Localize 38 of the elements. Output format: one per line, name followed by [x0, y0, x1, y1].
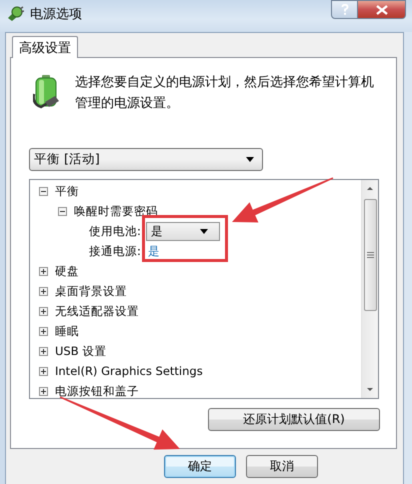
caret-icon	[200, 228, 208, 234]
expand-icon[interactable]	[39, 306, 48, 316]
tree-item[interactable]: Intel(R) Graphics Settings	[55, 364, 203, 378]
power-plug-icon	[6, 6, 24, 22]
collapse-icon[interactable]	[39, 186, 48, 196]
tree-item[interactable]: 睡眠	[55, 324, 79, 338]
ok-button[interactable]: 确定	[164, 455, 236, 478]
expand-icon[interactable]	[39, 286, 48, 296]
help-icon	[340, 4, 348, 15]
tree-item[interactable]: 桌面背景设置	[55, 284, 127, 298]
setting-label: 接通电源:	[89, 244, 141, 258]
expand-icon[interactable]	[39, 266, 48, 276]
scrollbar[interactable]	[361, 180, 378, 398]
expand-icon[interactable]	[39, 386, 48, 396]
expand-icon[interactable]	[39, 366, 48, 376]
description-text: 选择您要自定义的电源计划，然后选择您希望计算机管理的电源设置。	[75, 74, 375, 113]
help-button[interactable]	[331, 0, 358, 19]
plan-dropdown[interactable]: 平衡 [活动]	[29, 148, 263, 171]
restore-defaults-button[interactable]: 还原计划默认值(R)	[208, 408, 380, 431]
scrollbar-thumb[interactable]	[364, 199, 376, 311]
caret-icon	[246, 157, 254, 162]
grip-icon	[366, 252, 374, 258]
tree-item[interactable]: 硬盘	[55, 264, 79, 278]
tab[interactable]: 高级设置	[12, 36, 78, 58]
setting-value-link[interactable]: 是	[148, 244, 160, 258]
close-icon	[376, 4, 388, 14]
window-title: 电源选项	[30, 6, 82, 23]
cancel-button[interactable]: 取消	[246, 455, 318, 478]
close-button[interactable]	[358, 0, 406, 19]
tree-item[interactable]: 电源按钮和盖子	[55, 384, 139, 398]
value-dropdown[interactable]: 是	[146, 222, 220, 240]
collapse-icon[interactable]	[58, 206, 67, 216]
expand-icon[interactable]	[39, 326, 48, 336]
tree-item[interactable]: 平衡	[55, 184, 79, 198]
setting-label: 使用电池:	[89, 224, 141, 238]
expand-icon[interactable]	[39, 346, 48, 356]
tree-item[interactable]: 无线适配器设置	[55, 304, 139, 318]
tree-item[interactable]: USB 设置	[55, 344, 106, 358]
